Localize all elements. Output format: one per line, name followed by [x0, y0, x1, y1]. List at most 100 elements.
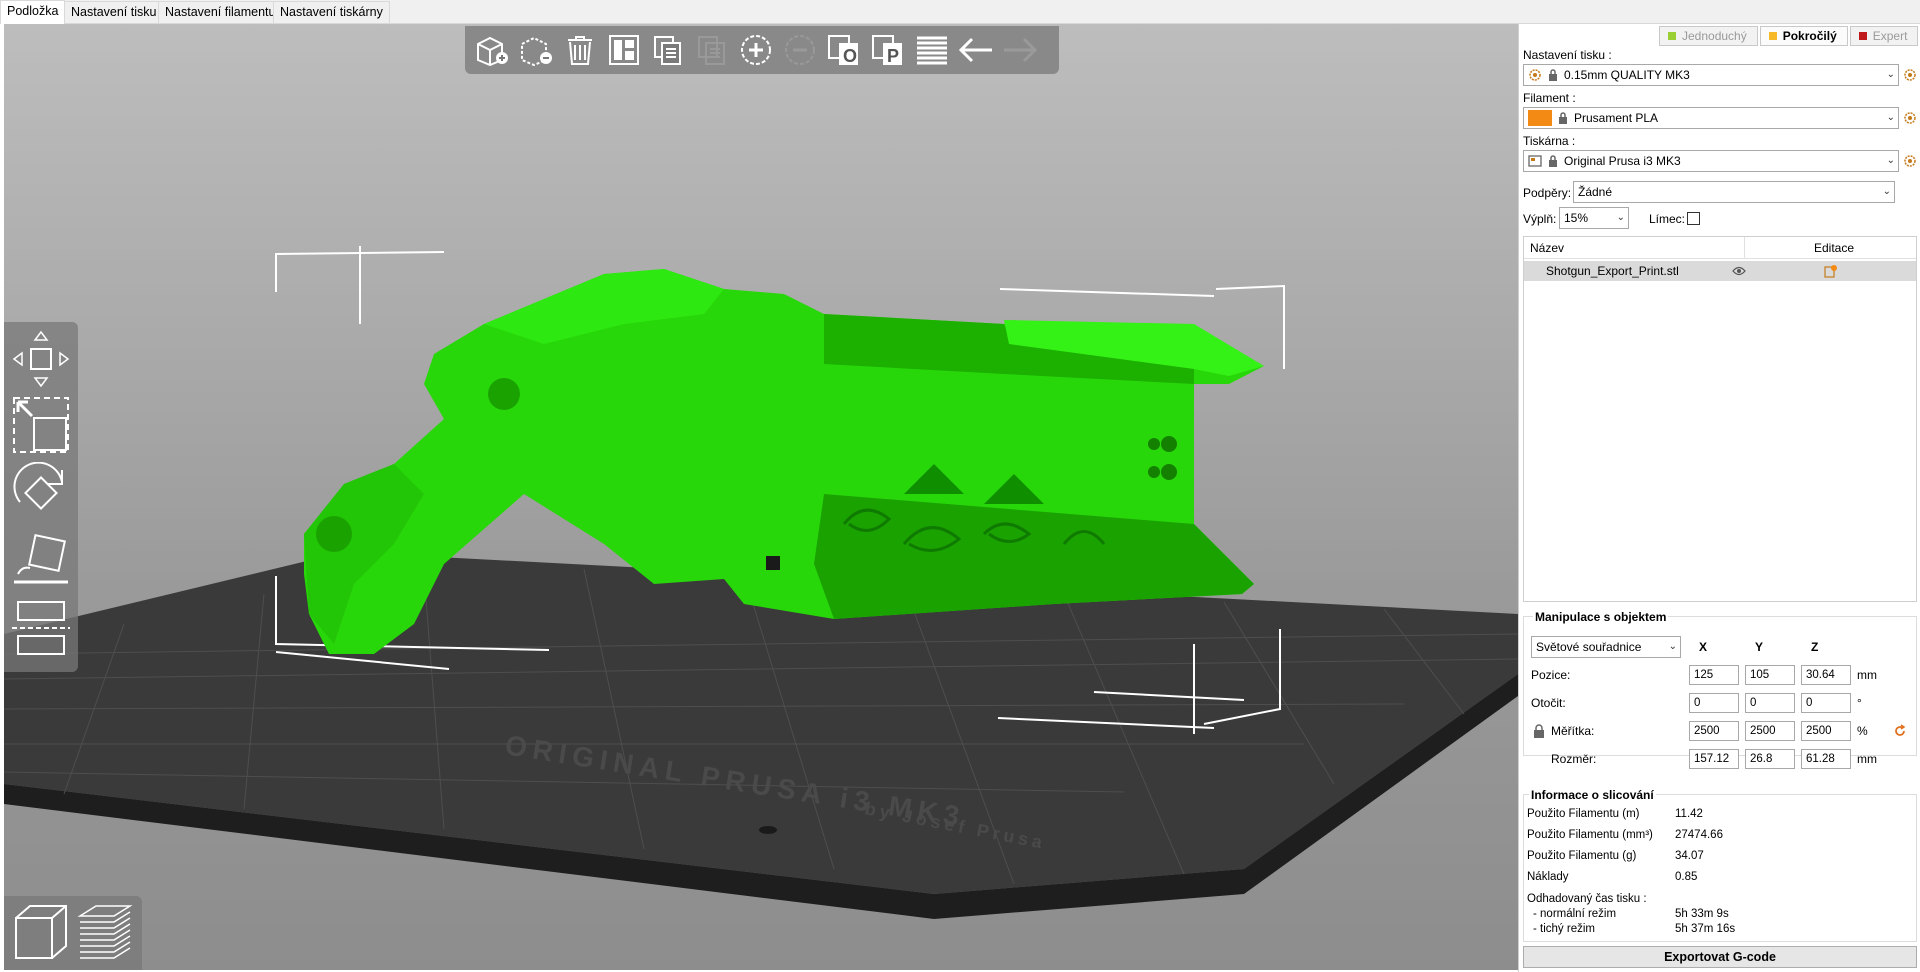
- rotate-icon: [13, 462, 63, 510]
- normal-mode-label: - normální režim: [1533, 908, 1617, 920]
- eye-icon[interactable]: [1732, 266, 1746, 276]
- printer-value: Original Prusa i3 MK3: [1564, 154, 1681, 168]
- chevron-down-icon: ⌄: [1886, 155, 1895, 166]
- paste-button[interactable]: [693, 31, 731, 69]
- scale-lock-icon[interactable]: [1533, 724, 1545, 738]
- add-instance-button[interactable]: [737, 31, 775, 69]
- simple-mode-icon: [1668, 32, 1676, 40]
- mode-simple-button[interactable]: Jednoduchý: [1659, 26, 1758, 46]
- move-tool-button[interactable]: [10, 328, 72, 390]
- scale-z-input[interactable]: 2500: [1801, 721, 1851, 741]
- svg-text:P: P: [887, 46, 899, 66]
- filament-combo[interactable]: Prusament PLA ⌄: [1523, 107, 1899, 129]
- scale-y-input[interactable]: 2500: [1745, 721, 1795, 741]
- silent-mode-value: 5h 37m 16s: [1675, 923, 1736, 935]
- tab-filament-settings[interactable]: Nastavení filamentu: [158, 1, 283, 23]
- scale-x-input[interactable]: 2500: [1689, 721, 1739, 741]
- mode-expert-button[interactable]: Expert: [1849, 26, 1919, 46]
- view-switch: [4, 896, 142, 970]
- chevron-down-icon: ⌄: [1886, 112, 1895, 123]
- place-on-face-tool-button[interactable]: [10, 530, 72, 592]
- split-parts-icon: P: [872, 35, 902, 66]
- axis-z-label: Z: [1811, 640, 1819, 654]
- filament-used-g-label: Použito Filamentu (g): [1527, 850, 1637, 862]
- sidebar: Jednoduchý Pokročilý Expert Nastavení ti…: [1518, 24, 1920, 972]
- chevron-down-icon: ⌄: [1668, 641, 1677, 652]
- edit-settings-icon[interactable]: [1824, 264, 1838, 278]
- mode-switch: Jednoduchý Pokročilý Expert: [1589, 26, 1919, 46]
- remove-object-icon: [521, 36, 552, 66]
- 3d-view-icon[interactable]: [12, 902, 70, 964]
- remove-instance-button[interactable]: [781, 31, 819, 69]
- supports-combo[interactable]: Žádné ⌄: [1573, 181, 1895, 203]
- scene: ORIGINAL PRUSA i3 MK3 by Josef Prusa: [4, 246, 1518, 919]
- mode-simple-label: Jednoduchý: [1682, 29, 1747, 43]
- position-y-input[interactable]: 105: [1745, 665, 1795, 685]
- position-z-input[interactable]: 30.64: [1801, 665, 1851, 685]
- coordinate-system-combo[interactable]: Světové souřadnice ⌄: [1531, 636, 1681, 658]
- filament-label: Filament :: [1523, 91, 1576, 105]
- position-unit: mm: [1857, 668, 1877, 682]
- filament-used-mm3-label: Použito Filamentu (mm³): [1527, 829, 1653, 841]
- rotation-y-input[interactable]: 0: [1745, 693, 1795, 713]
- expert-mode-icon: [1858, 32, 1867, 40]
- chevron-down-icon: ⌄: [1886, 69, 1895, 80]
- slice-info-title: Informace o slicování: [1529, 788, 1656, 802]
- layers-editing-button[interactable]: [913, 31, 951, 69]
- column-name[interactable]: Název: [1530, 241, 1564, 255]
- rotation-z-input[interactable]: 0: [1801, 693, 1851, 713]
- printer-icon: [1528, 155, 1542, 167]
- infill-value: 15%: [1564, 211, 1589, 225]
- top-toolbar: O P: [465, 26, 1059, 74]
- print-settings-combo[interactable]: 0.15mm QUALITY MK3 ⌄: [1523, 64, 1899, 86]
- rotation-unit: °: [1857, 696, 1862, 710]
- printer-edit-icon[interactable]: [1903, 154, 1917, 168]
- split-objects-icon: O: [828, 35, 858, 66]
- column-edit[interactable]: Editace: [1814, 241, 1854, 255]
- silent-mode-label: - tichý režim: [1533, 923, 1595, 935]
- redo-button[interactable]: [1001, 31, 1039, 69]
- left-toolbar: [4, 322, 78, 672]
- cost-value: 0.85: [1675, 871, 1698, 883]
- size-z-input[interactable]: 61.28: [1801, 749, 1851, 769]
- brim-checkbox[interactable]: [1687, 212, 1700, 225]
- 3d-viewport[interactable]: ORIGINAL PRUSA i3 MK3 by Josef Prusa O P: [4, 24, 1518, 970]
- size-y-input[interactable]: 26.8: [1745, 749, 1795, 769]
- cut-tool-button[interactable]: [10, 598, 72, 660]
- add-button[interactable]: [473, 31, 511, 69]
- filament-edit-icon[interactable]: [1903, 111, 1917, 125]
- export-gcode-button[interactable]: Exportovat G-code: [1523, 946, 1917, 968]
- copy-button[interactable]: [649, 31, 687, 69]
- mode-advanced-button[interactable]: Pokročilý: [1759, 26, 1848, 46]
- scale-tool-button[interactable]: [10, 394, 72, 456]
- object-list: Název Editace Shotgun_Export_Print.stl: [1523, 236, 1917, 602]
- delete-button[interactable]: [517, 31, 555, 69]
- scale-label: Měřítka:: [1551, 724, 1595, 738]
- printer-combo[interactable]: Original Prusa i3 MK3 ⌄: [1523, 150, 1899, 172]
- position-x-input[interactable]: 125: [1689, 665, 1739, 685]
- tab-printer-settings[interactable]: Nastavení tiskárny: [273, 1, 390, 23]
- arrange-button[interactable]: [605, 31, 643, 69]
- chevron-down-icon: ⌄: [1882, 186, 1891, 197]
- reset-scale-icon[interactable]: [1893, 724, 1907, 738]
- scale-icon: [13, 397, 69, 453]
- position-label: Pozice:: [1531, 668, 1571, 682]
- delete-all-button[interactable]: [561, 31, 599, 69]
- tab-print-settings[interactable]: Nastavení tisku: [64, 1, 164, 23]
- infill-combo[interactable]: 15% ⌄: [1559, 207, 1629, 229]
- place-on-face-icon: [14, 534, 68, 584]
- preview-layers-icon[interactable]: [76, 902, 134, 964]
- rotate-tool-button[interactable]: [10, 462, 72, 524]
- lock-icon: [1559, 112, 1567, 124]
- tab-plater[interactable]: Podložka: [0, 0, 66, 24]
- filament-used-m-value: 11.42: [1675, 808, 1703, 820]
- chevron-down-icon: ⌄: [1616, 212, 1625, 223]
- rotation-x-input[interactable]: 0: [1689, 693, 1739, 713]
- split-to-parts-button[interactable]: P: [869, 31, 907, 69]
- size-label: Rozměr:: [1551, 752, 1597, 766]
- split-to-objects-button[interactable]: O: [825, 31, 863, 69]
- object-row[interactable]: Shotgun_Export_Print.stl: [1524, 261, 1916, 281]
- print-settings-edit-icon[interactable]: [1903, 68, 1917, 82]
- undo-button[interactable]: [957, 31, 995, 69]
- size-x-input[interactable]: 157.12: [1689, 749, 1739, 769]
